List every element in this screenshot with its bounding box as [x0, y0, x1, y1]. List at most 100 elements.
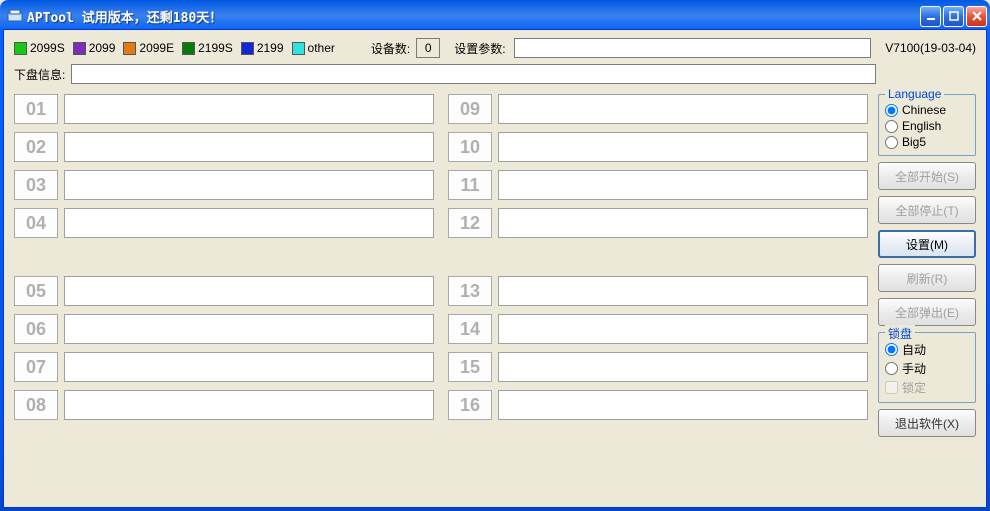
legend-item-2099: 2099 [73, 41, 116, 55]
legend-swatch [14, 42, 27, 55]
legend-label: 2199 [257, 41, 284, 55]
slot-field-05[interactable] [64, 276, 434, 306]
lock-checkbox [885, 381, 898, 394]
lock-manual-radio[interactable] [885, 362, 898, 375]
legend-item-2099s: 2099S [14, 41, 65, 55]
slot-field-07[interactable] [64, 352, 434, 382]
slot-number-14: 14 [448, 314, 492, 344]
legend-item-2199s: 2199S [182, 41, 233, 55]
legend-swatch [241, 42, 254, 55]
device-count-label: 设备数: [371, 40, 410, 57]
slots-area: 01 02 03 04 05 06 07 08 09 10 11 12 13 14 15 16 [14, 94, 868, 437]
lock-title: 锁盘 [885, 325, 915, 342]
slot-field-13[interactable] [498, 276, 868, 306]
window: APTool 试用版本，还剩180天！ 2099S20992099E2199S2… [0, 0, 990, 511]
lock-lock-option: 锁定 [885, 379, 969, 396]
slot-field-11[interactable] [498, 170, 868, 200]
params-label: 设置参数: [454, 40, 505, 57]
slot-number-06: 06 [14, 314, 58, 344]
language-option-english[interactable]: English [885, 119, 969, 133]
slot-row-15: 15 [448, 352, 868, 382]
stop-all-button[interactable]: 全部停止(T) [878, 196, 976, 224]
disk-info-input[interactable] [71, 64, 876, 84]
language-radio-big5[interactable] [885, 136, 898, 149]
slot-row-12: 12 [448, 208, 868, 238]
slot-row-07: 07 [14, 352, 434, 382]
slot-row-14: 14 [448, 314, 868, 344]
language-radio-chinese[interactable] [885, 104, 898, 117]
legend-label: 2199S [198, 41, 233, 55]
slot-row-08: 08 [14, 390, 434, 420]
slot-row-05: 05 [14, 276, 434, 306]
legend-swatch [73, 42, 86, 55]
slot-field-04[interactable] [64, 208, 434, 238]
titlebar[interactable]: APTool 试用版本，还剩180天！ [3, 3, 987, 29]
legend-item-2199: 2199 [241, 41, 284, 55]
slot-field-01[interactable] [64, 94, 434, 124]
lock-group: 锁盘 自动 手动 锁定 [878, 332, 976, 403]
language-title: Language [885, 87, 944, 101]
slot-number-02: 02 [14, 132, 58, 162]
slot-number-05: 05 [14, 276, 58, 306]
slot-number-09: 09 [448, 94, 492, 124]
lock-auto-radio[interactable] [885, 343, 898, 356]
language-option-big5[interactable]: Big5 [885, 135, 969, 149]
legend-swatch [123, 42, 136, 55]
slot-field-09[interactable] [498, 94, 868, 124]
settings-button[interactable]: 设置(M) [878, 230, 976, 258]
slot-field-14[interactable] [498, 314, 868, 344]
minimize-button[interactable] [920, 6, 941, 27]
legend-item-2099e: 2099E [123, 41, 174, 55]
slot-field-10[interactable] [498, 132, 868, 162]
version-label: V7100(19-03-04) [885, 41, 976, 55]
app-icon [7, 8, 23, 24]
slot-row-16: 16 [448, 390, 868, 420]
slot-number-16: 16 [448, 390, 492, 420]
lock-manual-option[interactable]: 手动 [885, 360, 969, 377]
legend-label: other [308, 41, 335, 55]
slot-field-03[interactable] [64, 170, 434, 200]
slot-number-03: 03 [14, 170, 58, 200]
params-input[interactable] [514, 38, 872, 58]
exit-button[interactable]: 退出软件(X) [878, 409, 976, 437]
slot-row-09: 09 [448, 94, 868, 124]
slot-row-04: 04 [14, 208, 434, 238]
slot-number-13: 13 [448, 276, 492, 306]
slot-row-10: 10 [448, 132, 868, 162]
slot-row-01: 01 [14, 94, 434, 124]
refresh-button[interactable]: 刷新(R) [878, 264, 976, 292]
slot-field-06[interactable] [64, 314, 434, 344]
window-title: APTool 试用版本，还剩180天！ [27, 7, 222, 26]
slot-number-10: 10 [448, 132, 492, 162]
slot-field-12[interactable] [498, 208, 868, 238]
slot-row-02: 02 [14, 132, 434, 162]
slot-row-13: 13 [448, 276, 868, 306]
close-button[interactable] [966, 6, 987, 27]
slot-field-16[interactable] [498, 390, 868, 420]
eject-all-button[interactable]: 全部弹出(E) [878, 298, 976, 326]
disk-info-label: 下盘信息: [14, 66, 65, 83]
legend-row: 2099S 2099 2099E 2199S 2199 other 设备数: 0 设置参数… [14, 38, 976, 58]
slot-field-15[interactable] [498, 352, 868, 382]
legend-label: 2099S [30, 41, 65, 55]
legend-label: 2099E [139, 41, 174, 55]
slot-field-02[interactable] [64, 132, 434, 162]
legend-label: 2099 [89, 41, 116, 55]
slot-number-08: 08 [14, 390, 58, 420]
device-count-value: 0 [416, 38, 440, 58]
client-area: 2099S 2099 2099E 2199S 2199 other 设备数: 0 设置参数… [3, 29, 987, 508]
slot-row-06: 06 [14, 314, 434, 344]
slot-field-08[interactable] [64, 390, 434, 420]
legend-swatch [182, 42, 195, 55]
language-radio-english[interactable] [885, 120, 898, 133]
maximize-button[interactable] [943, 6, 964, 27]
slot-number-11: 11 [448, 170, 492, 200]
disk-info-row: 下盘信息: [14, 64, 976, 84]
slot-row-03: 03 [14, 170, 434, 200]
start-all-button[interactable]: 全部开始(S) [878, 162, 976, 190]
lock-auto-option[interactable]: 自动 [885, 341, 969, 358]
slot-row-11: 11 [448, 170, 868, 200]
language-option-chinese[interactable]: Chinese [885, 103, 969, 117]
language-group: Language ChineseEnglishBig5 [878, 94, 976, 156]
right-panel: Language ChineseEnglishBig5 全部开始(S) 全部停止… [878, 94, 976, 437]
